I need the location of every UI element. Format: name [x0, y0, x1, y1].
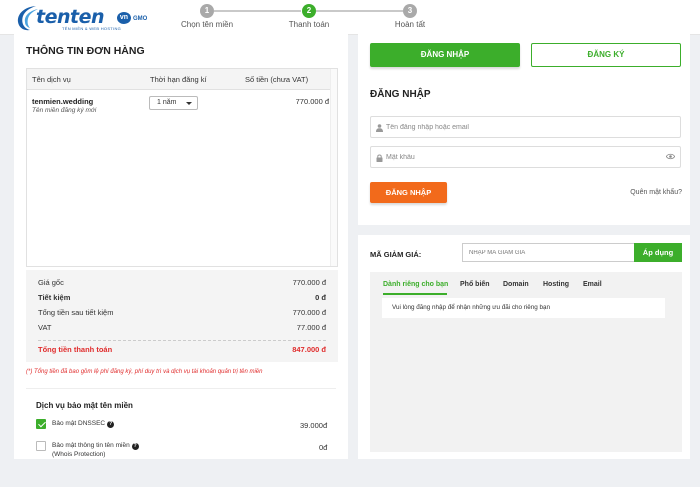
summary-row-original: Giá gốc 770.000 đ: [38, 276, 326, 290]
dnssec-label-wrap: Bảo mật DNSSEC?: [52, 420, 115, 428]
summary-value: 770.000 đ: [292, 278, 326, 287]
total-label: Tổng tiền thanh toán: [38, 345, 113, 354]
step-2-circle: 2: [302, 4, 316, 18]
period-select-value: 1 năm: [157, 99, 177, 106]
whois-price: 0đ: [319, 443, 328, 452]
summary-row-total: Tổng tiền thanh toán 847.000 đ: [38, 343, 326, 357]
order-table-header: Tên dịch vụ Thời hạn đăng kí Số tiền (ch…: [27, 69, 337, 90]
step-2-label: Thanh toán: [288, 20, 330, 29]
lock-icon: [376, 154, 383, 162]
order-table-scrollbar[interactable]: [330, 69, 337, 266]
column-header-amount: Số tiền (chưa VAT): [245, 75, 309, 84]
order-title: THÔNG TIN ĐƠN HÀNG: [26, 45, 145, 57]
step-1-circle[interactable]: 1: [200, 4, 214, 18]
promo-offers-box: Dành riêng cho bạn Phổ biến Domain Hosti…: [370, 272, 682, 452]
register-tab-button[interactable]: ĐĂNG KÝ: [531, 43, 681, 67]
summary-label: Giá gốc: [38, 278, 64, 287]
whois-checkbox[interactable]: [36, 441, 46, 451]
promo-panel: MÃ GIẢM GIÁ: Áp dụng Dành riêng cho bạn …: [358, 235, 690, 459]
step-3-label: Hoàn tất: [394, 20, 426, 29]
tab-email[interactable]: Email: [583, 281, 602, 288]
active-tab-underline: [383, 293, 447, 295]
section-divider: [26, 388, 336, 389]
fee-note: (*) Tổng tiền đã bao gồm lệ phí đăng ký,…: [26, 369, 263, 375]
column-header-service: Tên dịch vụ: [32, 75, 71, 84]
order-panel: THÔNG TIN ĐƠN HÀNG Tên dịch vụ Thời hạn …: [14, 33, 348, 459]
period-select[interactable]: 1 năm: [149, 96, 198, 110]
help-icon[interactable]: ?: [131, 443, 139, 450]
summary-label: Tổng tiền sau tiết kiệm: [38, 308, 114, 317]
user-icon: [376, 124, 383, 132]
summary-value: 77.000 đ: [296, 323, 326, 332]
summary-label: VAT: [38, 323, 52, 332]
summary-value: 770.000 đ: [292, 308, 326, 317]
summary-row-after-savings: Tổng tiền sau tiết kiệm 770.000 đ: [38, 306, 326, 320]
dnssec-label: Bảo mật DNSSEC: [52, 420, 106, 427]
step-connector: [214, 10, 301, 12]
top-header: tenten vn GMO TÊN MIỀN & WEB HOSTING 1 C…: [0, 0, 700, 35]
service-type: Tên miền đăng ký mới: [32, 107, 97, 114]
step-3-circle: 3: [403, 4, 417, 18]
username-input[interactable]: [386, 119, 656, 135]
whois-label-wrap: Bảo mật thông tin tên miền?: [52, 442, 139, 450]
login-panel: ĐĂNG NHẬP ĐĂNG KÝ ĐĂNG NHẬP ĐĂNG NHẬP Qu…: [358, 33, 690, 225]
tab-for-you[interactable]: Dành riêng cho bạn: [383, 281, 448, 288]
login-submit-button[interactable]: ĐĂNG NHẬP: [370, 182, 447, 203]
apply-promo-button[interactable]: Áp dụng: [634, 243, 682, 262]
security-title: Dịch vụ bảo mật tên miền: [36, 401, 133, 410]
login-title: ĐĂNG NHẬP: [370, 89, 431, 100]
summary-divider: [38, 340, 326, 341]
login-tab-button[interactable]: ĐĂNG NHẬP: [370, 43, 520, 67]
whois-sublabel: (Whois Protection): [52, 451, 106, 458]
chevron-down-icon: [186, 102, 192, 105]
promo-login-message: Vui lòng đăng nhập để nhận những ưu đãi …: [382, 298, 665, 318]
tab-popular[interactable]: Phổ biến: [460, 281, 490, 288]
dnssec-checkbox[interactable]: [36, 419, 46, 429]
table-row: tenmien.wedding Tên miền đăng ký mới 1 n…: [27, 90, 337, 120]
whois-label: Bảo mật thông tin tên miền: [52, 442, 130, 449]
summary-row-savings: Tiết kiệm 0 đ: [38, 291, 326, 305]
summary-row-vat: VAT 77.000 đ: [38, 321, 326, 335]
step-connector: [316, 10, 403, 12]
tab-hosting[interactable]: Hosting: [543, 281, 569, 288]
promo-code-input[interactable]: [462, 243, 634, 262]
eye-icon[interactable]: [666, 153, 675, 160]
step-1-label[interactable]: Chọn tên miền: [181, 20, 233, 29]
dnssec-price: 39.000đ: [300, 421, 328, 430]
password-field[interactable]: [370, 146, 681, 168]
order-summary: Giá gốc 770.000 đ Tiết kiệm 0 đ Tổng tiề…: [26, 270, 338, 362]
checkout-steps: 1 Chọn tên miền 2 Thanh toán 3 Hoàn tất: [0, 0, 700, 35]
column-header-period: Thời hạn đăng kí: [150, 75, 207, 84]
tab-domain[interactable]: Domain: [503, 281, 529, 288]
total-value: 847.000 đ: [292, 345, 326, 354]
forgot-password-link[interactable]: Quên mật khẩu?: [630, 189, 682, 196]
service-price: 770.000 đ: [295, 97, 329, 106]
order-table: Tên dịch vụ Thời hạn đăng kí Số tiền (ch…: [26, 68, 338, 267]
promo-code-label: MÃ GIẢM GIÁ:: [370, 250, 422, 259]
summary-label: Tiết kiệm: [38, 293, 71, 302]
username-field[interactable]: [370, 116, 681, 138]
help-icon[interactable]: ?: [107, 421, 115, 428]
service-name: tenmien.wedding: [32, 97, 94, 106]
password-input[interactable]: [386, 149, 656, 165]
summary-value: 0 đ: [315, 293, 326, 302]
